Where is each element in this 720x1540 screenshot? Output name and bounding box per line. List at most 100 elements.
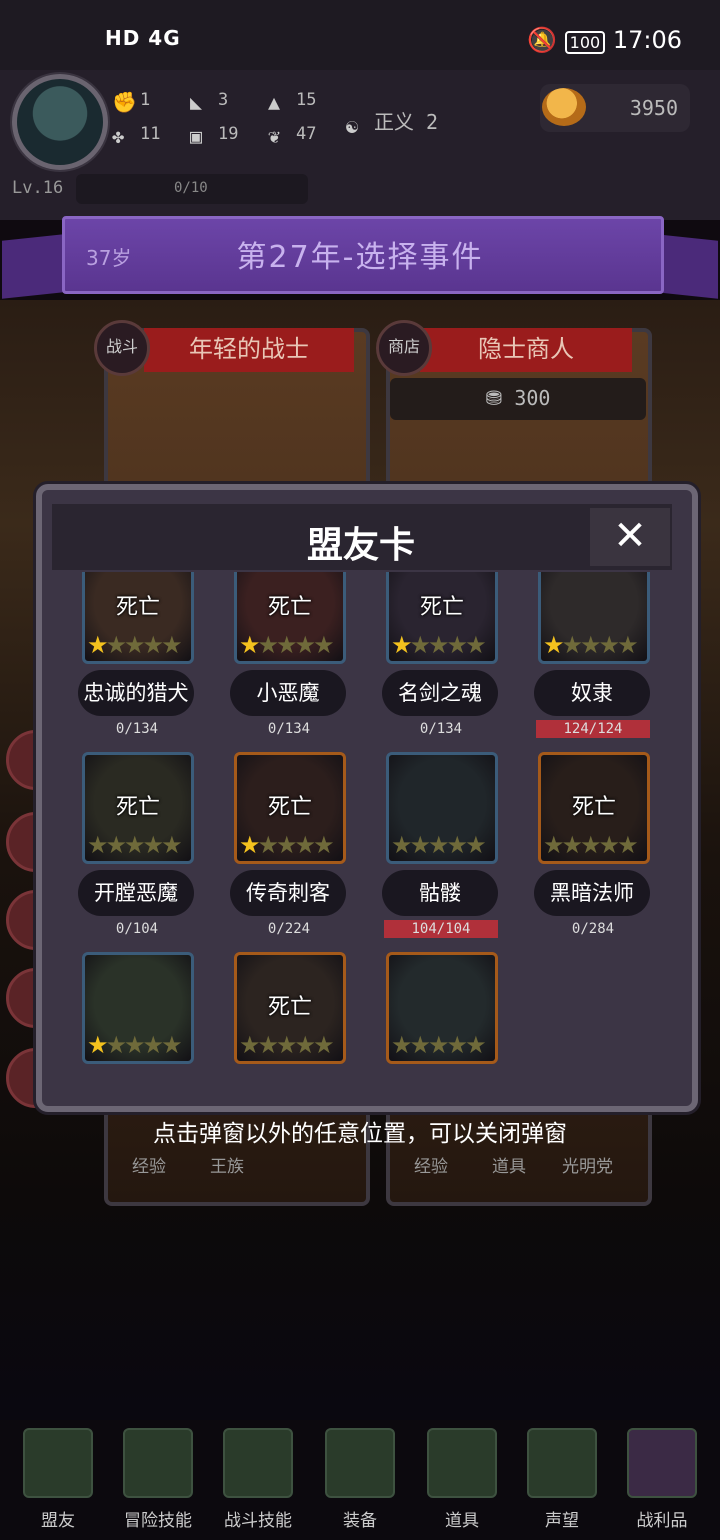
ally-name: 忠诚的猎犬	[78, 670, 194, 716]
ally-portrait: 死亡 ★★★★★	[234, 952, 346, 1064]
nav-label: 冒险技能	[124, 1511, 192, 1531]
adventure-book-icon	[123, 1428, 193, 1498]
player-header: ✊ 1 ◣ 3 ▲ 15 ✤ 11 ▣ 19 ❦ 47 ☯ 正义 2 3950 Lv.16 0…	[0, 70, 720, 220]
close-button[interactable]: ✕	[590, 508, 670, 566]
star-icon: ★	[105, 831, 127, 859]
star-icon: ★	[276, 1031, 297, 1059]
star-icon: ★	[543, 631, 564, 659]
boot-icon: ◣	[190, 90, 203, 114]
lotus-icon: ❦	[268, 124, 281, 148]
event-title: 年轻的战士	[144, 328, 354, 372]
reward-label: 道具	[492, 1157, 526, 1177]
star-rating: ★★★★★	[543, 831, 639, 859]
star-rating: ★★★★★	[87, 631, 183, 659]
star-icon: ★	[391, 631, 412, 659]
nav-item-1[interactable]: 冒险技能	[122, 1428, 194, 1532]
ally-name: 传奇刺客	[230, 870, 346, 916]
star-icon: ★	[409, 1031, 431, 1059]
event-badge-battle: 战斗	[94, 320, 150, 376]
star-icon: ★	[161, 631, 182, 659]
scroll-icon	[527, 1428, 597, 1498]
mute-icon: 🔕	[527, 26, 557, 54]
reward-label: 经验	[414, 1157, 448, 1177]
stat-magic: ▲ 15	[268, 90, 317, 114]
nav-item-5[interactable]: 声望	[526, 1428, 598, 1532]
ally-portrait: ★★★★★	[386, 952, 498, 1064]
player-level: Lv.16	[12, 178, 64, 198]
dead-label: 死亡	[571, 795, 616, 820]
star-icon: ★	[294, 831, 316, 859]
star-icon: ★	[257, 631, 279, 659]
crossed-swords-icon	[325, 1428, 395, 1498]
ally-portrait: 死亡 ★★★★★	[234, 752, 346, 864]
star-icon: ★	[561, 631, 583, 659]
star-icon: ★	[313, 831, 334, 859]
ally-count: 124/124	[536, 720, 650, 738]
reward-label: 光明党	[562, 1157, 613, 1177]
nav-item-3[interactable]: 装备	[324, 1428, 396, 1532]
ally-card-grid: 死亡 ★★★★★ 忠诚的猎犬 0/134 死亡 ★★★★★ 小恶魔 0/134 死亡 ★★★★★ 名…	[52, 572, 672, 1064]
nav-label: 盟友	[41, 1511, 75, 1531]
dead-label: 死亡	[267, 995, 312, 1020]
year-banner: 37岁 第27年-选择事件	[0, 214, 720, 306]
star-icon: ★	[580, 631, 601, 659]
star-icon: ★	[561, 831, 583, 859]
star-icon: ★	[617, 631, 638, 659]
dead-label: 死亡	[115, 795, 160, 820]
star-icon: ★	[239, 1031, 260, 1059]
ally-portrait: 死亡 ★★★★★	[82, 572, 194, 664]
ally-portrait: ★★★★★	[386, 752, 498, 864]
ally-count: 104/104	[384, 920, 498, 938]
star-icon: ★	[294, 631, 316, 659]
ally-name: 奴隶	[534, 670, 650, 716]
nav-item-2[interactable]: 战斗技能	[222, 1428, 294, 1532]
dead-label: 死亡	[419, 595, 464, 620]
ally-name: 骷髅	[382, 870, 498, 916]
clock: 17:06	[612, 26, 682, 54]
star-rating: ★★★★★	[239, 631, 335, 659]
star-icon: ★	[446, 1031, 468, 1059]
backpack-icon	[223, 1428, 293, 1498]
ally-portrait: 死亡 ★★★★★	[538, 752, 650, 864]
star-icon: ★	[428, 631, 449, 659]
nav-item-0[interactable]: 盟友	[22, 1428, 94, 1532]
nav-item-6[interactable]: 战利品	[626, 1428, 698, 1532]
reward-label: 经验	[132, 1157, 166, 1177]
player-avatar[interactable]	[12, 74, 108, 170]
star-icon: ★	[409, 631, 431, 659]
close-hint: 点击弹窗以外的任意位置，可以关闭弹窗	[153, 1121, 567, 1147]
star-icon: ★	[142, 1031, 164, 1059]
star-rating: ★★★★★	[87, 1031, 183, 1059]
bottom-nav: 盟友 冒险技能 战斗技能 装备 道具 声望 战利品	[0, 1420, 720, 1540]
star-icon: ★	[124, 831, 145, 859]
nav-label: 战斗技能	[224, 1511, 292, 1531]
stat-spirit: ❦ 47	[268, 124, 317, 148]
star-icon: ★	[142, 631, 164, 659]
star-icon: ★	[313, 1031, 334, 1059]
star-icon: ★	[87, 831, 108, 859]
star-icon: ★	[543, 831, 564, 859]
star-icon: ★	[294, 1031, 316, 1059]
star-icon: ★	[124, 631, 145, 659]
nav-item-4[interactable]: 道具	[426, 1428, 498, 1532]
ally-portrait: 死亡 ★★★★★	[82, 752, 194, 864]
star-rating: ★★★★★	[391, 631, 487, 659]
star-rating: ★★★★★	[543, 631, 639, 659]
star-icon: ★	[598, 831, 620, 859]
event-badge-shop: 商店	[376, 320, 432, 376]
nav-label: 道具	[445, 1511, 479, 1531]
nav-label: 声望	[545, 1511, 579, 1531]
ally-name: 小恶魔	[230, 670, 346, 716]
star-rating: ★★★★★	[239, 831, 335, 859]
status-bar: HD 4G 🔕 100 17:06	[0, 0, 720, 80]
treasure-chest-icon	[627, 1428, 697, 1498]
star-icon: ★	[87, 1031, 108, 1059]
star-icon: ★	[446, 831, 468, 859]
star-icon: ★	[465, 831, 486, 859]
star-icon: ★	[391, 1031, 412, 1059]
dead-label: 死亡	[267, 795, 312, 820]
star-rating: ★★★★★	[239, 1031, 335, 1059]
ally-count: 0/224	[267, 921, 311, 937]
wizard-hat-icon: ▲	[268, 90, 281, 114]
ally-name: 名剑之魂	[382, 670, 498, 716]
